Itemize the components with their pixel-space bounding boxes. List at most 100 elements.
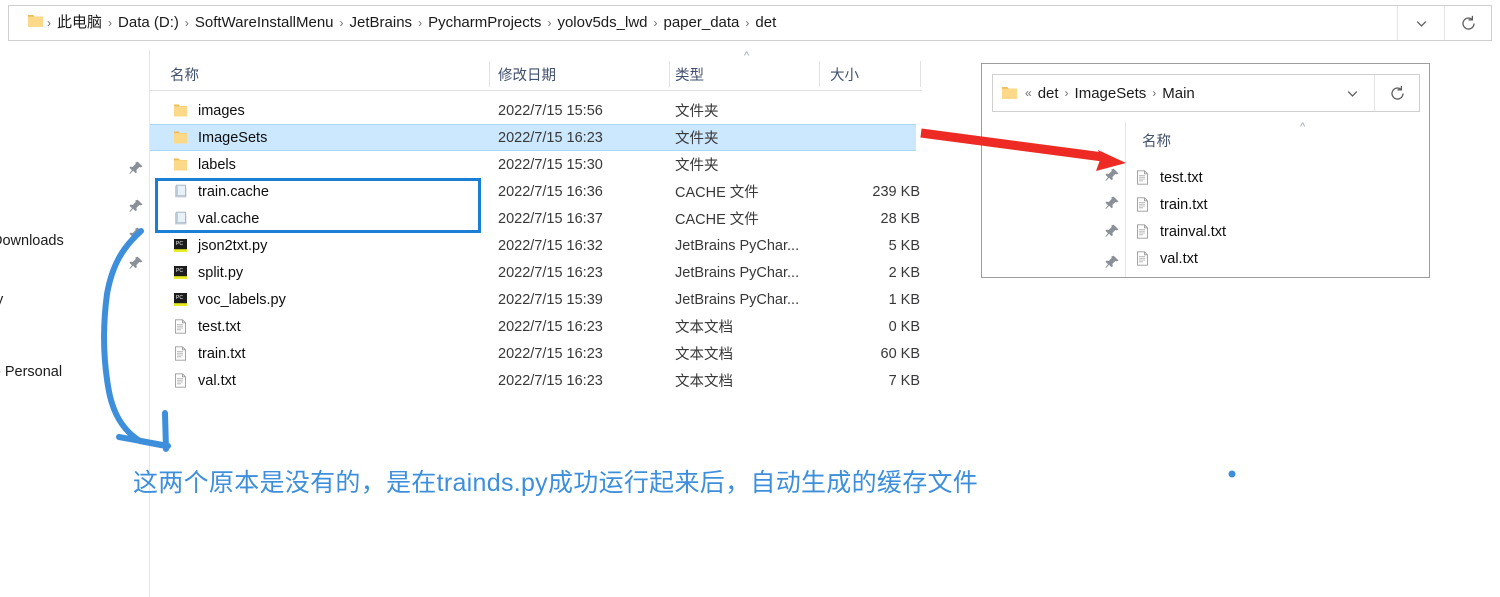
inset-breadcrumb-item-1[interactable]: ImageSets bbox=[1070, 84, 1152, 103]
file-name-cell[interactable]: PC voc_labels.py bbox=[172, 291, 286, 308]
column-divider[interactable] bbox=[669, 61, 670, 87]
folder-icon bbox=[1001, 85, 1018, 101]
chevron-down-icon[interactable] bbox=[1397, 6, 1444, 40]
inset-explorer-window[interactable]: « det › ImageSets › Main 名称 ^ test.txt t… bbox=[981, 63, 1430, 278]
refresh-icon[interactable] bbox=[1374, 75, 1419, 111]
chevron-down-icon[interactable] bbox=[1330, 75, 1374, 111]
table-row[interactable]: labels 2022/7/15 15:30 文件夹 bbox=[150, 151, 922, 178]
file-name-cell[interactable]: train.txt bbox=[172, 345, 246, 362]
table-row[interactable]: val.cache 2022/7/15 16:37 CACHE 文件 28 KB bbox=[150, 205, 922, 232]
inset-column-header-name[interactable]: 名称 bbox=[1142, 130, 1171, 151]
file-name-cell[interactable]: labels bbox=[172, 156, 236, 173]
breadcrumb-item-1[interactable]: Data (D:) bbox=[113, 12, 184, 34]
text-file-icon bbox=[172, 345, 189, 362]
file-name-text: val.cache bbox=[198, 210, 260, 227]
svg-text:PC: PC bbox=[176, 241, 183, 247]
pycharm-icon: PC bbox=[172, 291, 189, 308]
column-divider[interactable] bbox=[489, 61, 490, 87]
file-name-text: train.txt bbox=[198, 345, 246, 362]
inset-file-list[interactable]: test.txt train.txt trainval.txt val.txt bbox=[1134, 164, 1226, 272]
breadcrumb-item-3[interactable]: JetBrains bbox=[345, 12, 418, 34]
list-item[interactable]: val.txt bbox=[1134, 245, 1226, 272]
inset-breadcrumb-item-2[interactable]: Main bbox=[1157, 84, 1200, 103]
table-row[interactable]: PC voc_labels.py 2022/7/15 15:39 JetBrai… bbox=[150, 286, 922, 313]
file-name-cell[interactable]: PC json2txt.py bbox=[172, 237, 267, 254]
svg-text:PC: PC bbox=[176, 295, 183, 301]
file-date-cell: 2022/7/15 15:39 bbox=[498, 291, 603, 308]
table-row[interactable]: test.txt 2022/7/15 16:23 文本文档 0 KB bbox=[150, 313, 922, 340]
refresh-icon[interactable] bbox=[1444, 6, 1491, 40]
breadcrumb-item-6[interactable]: paper_data bbox=[659, 12, 745, 34]
column-divider[interactable] bbox=[819, 61, 820, 87]
inset-file-name-text: val.txt bbox=[1160, 250, 1198, 267]
table-row[interactable]: train.txt 2022/7/15 16:23 文本文档 60 KB bbox=[150, 340, 922, 367]
nav-item-personal[interactable]: - Personal bbox=[0, 364, 62, 380]
file-name-cell[interactable]: test.txt bbox=[172, 318, 241, 335]
file-type-cell: 文本文档 bbox=[675, 347, 733, 363]
breadcrumb-item-7[interactable]: det bbox=[750, 12, 781, 34]
table-row[interactable]: val.txt 2022/7/15 16:23 文本文档 7 KB bbox=[150, 367, 922, 394]
sort-ascending-icon: ^ bbox=[744, 50, 750, 62]
column-header-name[interactable]: 名称 bbox=[170, 64, 199, 85]
file-size-cell: 60 KB bbox=[880, 345, 921, 362]
inset-breadcrumb[interactable]: « det › ImageSets › Main bbox=[1018, 84, 1330, 103]
breadcrumb-item-0[interactable]: 此电脑 bbox=[52, 12, 107, 34]
list-item[interactable]: trainval.txt bbox=[1134, 218, 1226, 245]
pin-icon bbox=[128, 198, 144, 214]
column-header-row[interactable]: 名称 修改日期 类型 大小 bbox=[150, 58, 922, 91]
list-item[interactable]: test.txt bbox=[1134, 164, 1226, 191]
file-name-cell[interactable]: val.txt bbox=[172, 372, 236, 389]
file-type-cell: CACHE 文件 bbox=[675, 212, 759, 228]
file-date-cell: 2022/7/15 16:36 bbox=[498, 183, 603, 200]
breadcrumb-item-4[interactable]: PycharmProjects bbox=[423, 12, 546, 34]
breadcrumb-item-2[interactable]: SoftWareInstallMenu bbox=[190, 12, 339, 34]
address-back-stub bbox=[9, 5, 23, 41]
inset-address-bar[interactable]: « det › ImageSets › Main bbox=[992, 74, 1420, 112]
navigation-pane[interactable]: Downloads y - Personal bbox=[0, 50, 149, 597]
table-row[interactable]: PC json2txt.py 2022/7/15 16:32 JetBrains… bbox=[150, 232, 922, 259]
breadcrumb-item-5[interactable]: yolov5ds_lwd bbox=[552, 12, 652, 34]
column-divider[interactable] bbox=[920, 61, 921, 87]
file-name-text: voc_labels.py bbox=[198, 291, 286, 308]
table-row[interactable]: images 2022/7/15 15:56 文件夹 bbox=[150, 97, 922, 124]
file-name-text: val.txt bbox=[198, 372, 236, 389]
file-name-cell[interactable]: ImageSets bbox=[172, 129, 267, 146]
pin-icon bbox=[128, 160, 144, 176]
address-bar[interactable]: › 此电脑 › Data (D:) › SoftWareInstallMenu … bbox=[8, 5, 1492, 41]
file-name-cell[interactable]: PC split.py bbox=[172, 264, 243, 281]
file-size-cell: 2 KB bbox=[888, 264, 920, 281]
file-list[interactable]: images 2022/7/15 15:56 文件夹 ImageSets 202… bbox=[150, 97, 922, 394]
table-row[interactable]: ImageSets 2022/7/15 16:23 文件夹 bbox=[150, 124, 922, 151]
list-item[interactable]: train.txt bbox=[1134, 191, 1226, 218]
column-header-date-modified[interactable]: 修改日期 bbox=[498, 64, 556, 85]
annotation-note-text: 这两个原本是没有的，是在trainds.py成功运行起来后，自动生成的缓存文件 bbox=[133, 469, 979, 497]
breadcrumb[interactable]: › 此电脑 › Data (D:) › SoftWareInstallMenu … bbox=[46, 12, 1397, 34]
column-header-type[interactable]: 类型 bbox=[675, 64, 704, 85]
file-type-cell: 文件夹 bbox=[675, 104, 719, 120]
file-date-cell: 2022/7/15 16:37 bbox=[498, 210, 603, 227]
file-date-cell: 2022/7/15 16:23 bbox=[498, 318, 603, 335]
text-file-icon bbox=[172, 318, 189, 335]
file-date-cell: 2022/7/15 16:23 bbox=[498, 345, 603, 362]
file-name-cell[interactable]: val.cache bbox=[172, 210, 259, 227]
file-date-cell: 2022/7/15 16:23 bbox=[498, 372, 603, 389]
file-size-cell: 5 KB bbox=[888, 237, 920, 254]
inset-file-name-text: test.txt bbox=[1160, 169, 1203, 186]
file-size-cell: 239 KB bbox=[872, 183, 920, 200]
breadcrumb-overflow-icon[interactable]: « bbox=[1024, 86, 1033, 100]
file-name-cell[interactable]: train.cache bbox=[172, 183, 269, 200]
table-row[interactable]: PC split.py 2022/7/15 16:23 JetBrains Py… bbox=[150, 259, 922, 286]
pin-icon bbox=[1104, 254, 1120, 275]
column-header-size[interactable]: 大小 bbox=[830, 64, 859, 85]
inset-breadcrumb-item-0[interactable]: det bbox=[1033, 84, 1064, 103]
nav-item-downloads[interactable]: Downloads bbox=[0, 233, 64, 249]
cache-icon bbox=[172, 210, 189, 227]
file-name-text: labels bbox=[198, 156, 236, 173]
nav-item-partial[interactable]: y bbox=[0, 292, 3, 308]
table-row[interactable]: train.cache 2022/7/15 16:36 CACHE 文件 239… bbox=[150, 178, 922, 205]
folder-icon bbox=[27, 13, 44, 34]
file-name-cell[interactable]: images bbox=[172, 102, 245, 119]
pin-icon bbox=[1104, 167, 1120, 188]
text-file-icon bbox=[1134, 196, 1151, 213]
file-size-cell: 28 KB bbox=[880, 210, 921, 227]
